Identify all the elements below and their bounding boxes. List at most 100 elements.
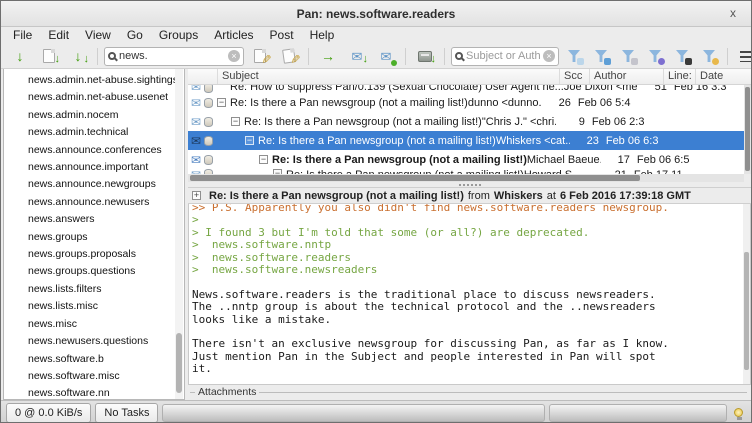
clear-search-icon[interactable]: × [228, 50, 240, 62]
menu-item[interactable]: View [77, 27, 119, 44]
cached-article-cylinder-icon [204, 85, 213, 93]
column-score[interactable]: Scc [560, 69, 590, 84]
column-lines[interactable]: Line: [664, 69, 696, 84]
read-badge-icon [577, 58, 584, 65]
toolbar-separator [405, 48, 406, 65]
group-list-item[interactable]: news.newusers.questions [4, 333, 184, 350]
group-list-item[interactable]: news.admin.nocem [4, 107, 184, 124]
binary-badge-icon [658, 58, 665, 65]
table-row[interactable]: ✉ Re: How to suppress Pan/0.139 (Sexual … [188, 85, 744, 93]
thread-expander-icon[interactable]: − [259, 155, 268, 164]
menu-item[interactable]: Go [119, 27, 151, 44]
article-list-hscrollbar[interactable] [188, 174, 744, 182]
reply-by-mail-button[interactable]: ✉ ↓ [344, 46, 370, 67]
group-list-item[interactable]: news.groups.proposals [4, 246, 184, 263]
column-date[interactable]: Date [696, 69, 751, 84]
article-author: Michael Baeue... [527, 154, 601, 166]
group-list-item[interactable]: news.groups.questions [4, 263, 184, 280]
message-author: Whiskers [494, 190, 543, 202]
group-list-item[interactable]: news.admin.net-abuse.usenet [4, 89, 184, 106]
match-read-articles-filter-button[interactable] [562, 46, 586, 67]
get-headers-in-selected-groups-button[interactable]: ↓ ↓ [65, 46, 91, 67]
statusbar: 0 @ 0.0 KiB/s No Tasks [1, 400, 751, 423]
group-list-item[interactable]: news.software.nn [4, 385, 184, 400]
match-my-articles-filter-button[interactable] [670, 46, 694, 67]
body-line [192, 276, 747, 288]
group-search-input[interactable] [119, 50, 225, 62]
get-new-headers-button[interactable]: ↓ [7, 46, 33, 67]
body-scrollbar[interactable] [743, 204, 750, 384]
task-status[interactable]: No Tasks [95, 403, 158, 423]
message-body-text: >> P.S. Apparently you also didn't find … [189, 204, 750, 376]
download-arrow-icon: ↓ [55, 52, 61, 66]
scrollbar-thumb[interactable] [190, 175, 640, 181]
search-icon [108, 52, 116, 60]
group-list-item[interactable]: news.announce.important [4, 159, 184, 176]
menu-item[interactable]: Post [262, 27, 302, 44]
menu-item[interactable]: File [5, 27, 40, 44]
scrollbar-thumb[interactable] [744, 252, 749, 370]
table-row[interactable]: ✉ − Re: Is there a Pan newsgroup (not a … [188, 150, 744, 169]
followup-to-newsgroup-button[interactable]: ✎ [276, 46, 302, 67]
menu-item[interactable]: Help [302, 27, 343, 44]
thread-headers-toggle-button[interactable] [734, 46, 752, 67]
group-list-item[interactable]: news.announce.conferences [4, 142, 184, 159]
group-list-item[interactable]: news.groups [4, 229, 184, 246]
error-log-bulb-icon[interactable] [734, 408, 743, 417]
match-watched-articles-filter-button[interactable] [697, 46, 721, 67]
group-list-item[interactable]: news.software.misc [4, 368, 184, 385]
match-unread-articles-filter-button[interactable] [589, 46, 613, 67]
group-list-item[interactable]: news.lists.filters [4, 281, 184, 298]
article-lines: 26 [542, 97, 574, 109]
save-article-button[interactable]: ↓ [412, 46, 438, 67]
thread-expander-icon[interactable]: − [231, 117, 240, 126]
group-list-item[interactable]: news.admin.net-abuse.sightings [4, 72, 184, 89]
envelope-icon: ✉ [381, 50, 392, 63]
thread-expander-icon[interactable]: − [245, 136, 254, 145]
clear-search-icon[interactable]: × [543, 50, 555, 62]
column-author[interactable]: Author [590, 69, 664, 84]
group-list-item[interactable]: news.misc [4, 316, 184, 333]
group-pane-scrollbar[interactable] [175, 69, 183, 399]
forward-by-mail-button[interactable]: ✉ [373, 46, 399, 67]
article-search-input[interactable] [466, 50, 540, 62]
headers-expander-icon[interactable]: + [192, 191, 201, 200]
group-list-item[interactable]: news.announce.newgroups [4, 176, 184, 193]
column-icons[interactable] [188, 69, 218, 84]
article-list-vscrollbar[interactable] [744, 85, 751, 174]
thread-expander-icon[interactable]: − [217, 98, 226, 107]
group-list-item[interactable]: news.announce.newusers [4, 194, 184, 211]
post-to-newsgroup-button[interactable]: ✎ [247, 46, 273, 67]
menu-item[interactable]: Groups [151, 27, 206, 44]
table-row[interactable]: ✉ − Re: Is there a Pan newsgroup (not a … [188, 131, 744, 150]
get-headers-in-subscribed-groups-button[interactable]: ↓ [36, 46, 62, 67]
pan-window: Pan: news.software.readers x FileEditVie… [0, 0, 752, 423]
scrollbar-thumb[interactable] [176, 333, 182, 393]
menu-item[interactable]: Articles [206, 27, 261, 44]
article-subject: Re: Is there a Pan newsgroup (not a mail… [272, 154, 527, 166]
scrollbar-thumb[interactable] [745, 87, 750, 171]
article-subject: Re: Is there a Pan newsgroup (not a mail… [230, 97, 468, 109]
group-list-item[interactable]: news.answers [4, 211, 184, 228]
article-author: Whiskers <cat... [496, 135, 570, 147]
group-list-item[interactable]: news.admin.technical [4, 124, 184, 141]
read-status-envelope-icon: ✉ [188, 135, 204, 147]
cached-article-cylinder-icon [204, 136, 213, 146]
group-list-item[interactable]: news.software.b [4, 351, 184, 368]
message-body-pane: >> P.S. Apparently you also didn't find … [188, 204, 751, 385]
match-cached-articles-filter-button[interactable] [616, 46, 640, 67]
match-binary-articles-filter-button[interactable] [643, 46, 667, 67]
read-next-button[interactable]: → [315, 46, 341, 67]
from-label: from [468, 190, 490, 202]
attachments-label: Attachments [195, 386, 259, 398]
group-list-item[interactable]: news.lists.misc [4, 298, 184, 315]
titlebar: Pan: news.software.readers x [1, 1, 751, 27]
column-subject[interactable]: Subject [218, 69, 560, 84]
connection-status[interactable]: 0 @ 0.0 KiB/s [6, 403, 91, 423]
menu-item[interactable]: Edit [40, 27, 77, 44]
table-row[interactable]: ✉ − Re: Is there a Pan newsgroup (not a … [188, 112, 744, 131]
table-row[interactable]: ✉ − Re: Is there a Pan newsgroup (not a … [188, 93, 744, 112]
close-icon[interactable]: x [725, 5, 741, 21]
read-status-envelope-icon: ✉ [188, 154, 204, 166]
menubar: FileEditViewGoGroupsArticlesPostHelp [1, 27, 751, 44]
